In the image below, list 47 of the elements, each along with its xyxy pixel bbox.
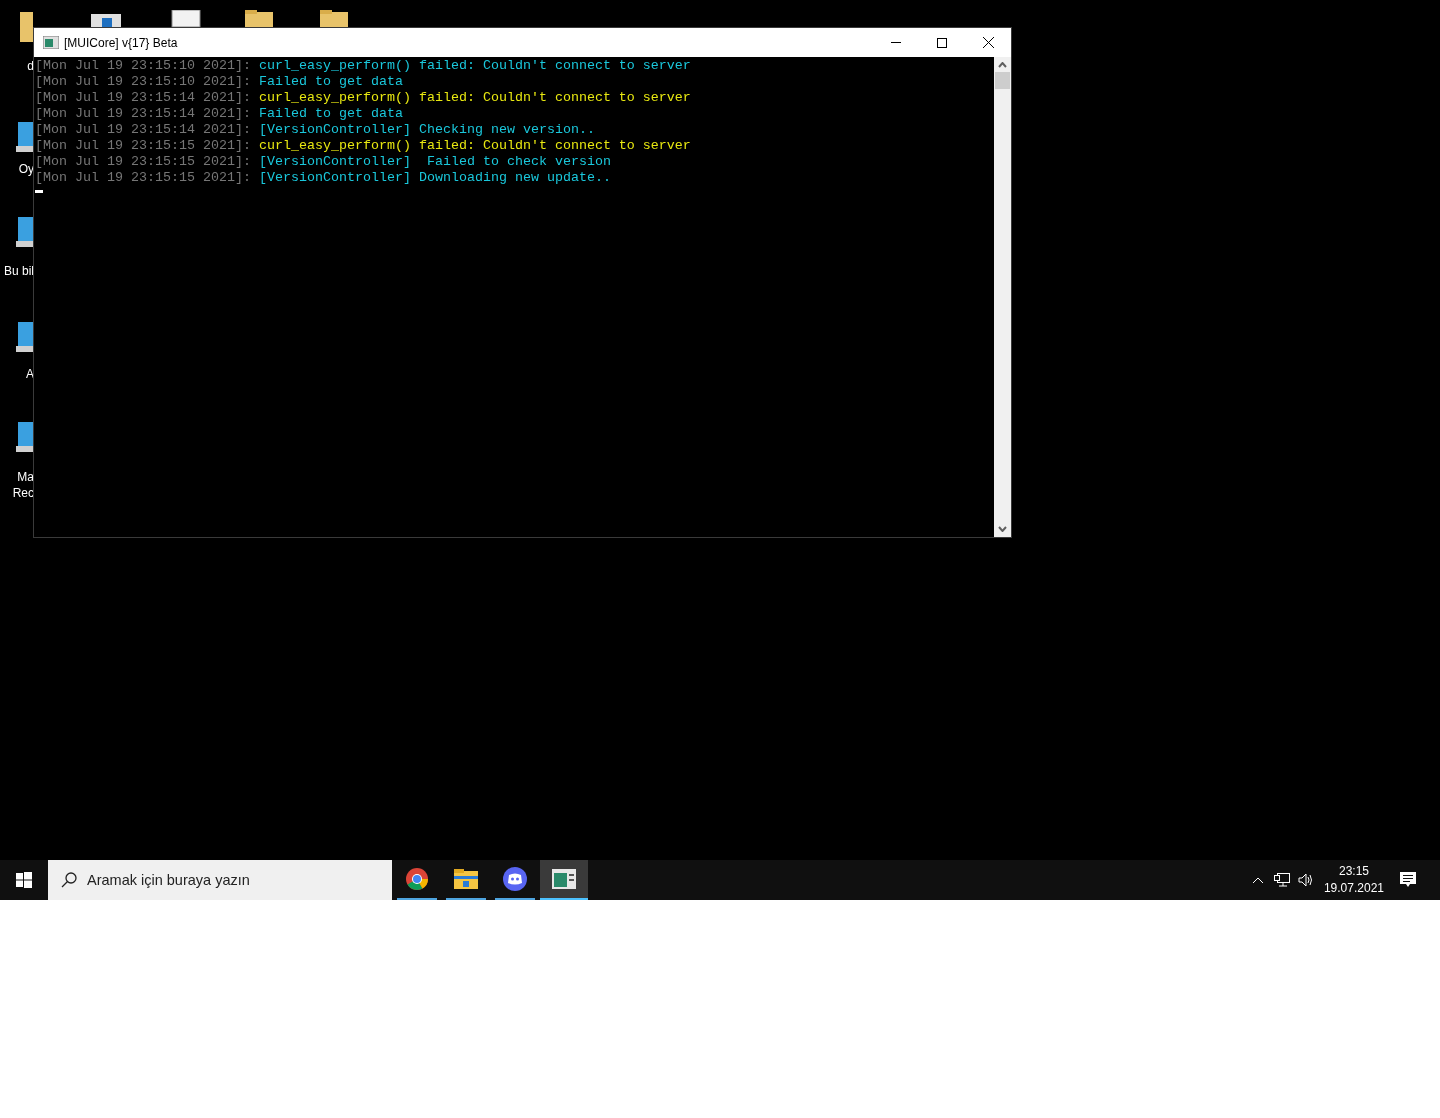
log-message: curl_easy_perform() failed: Couldn't connect to server	[258, 90, 691, 106]
log-timestamp: [Mon Jul 19 23:15:15 2021]:	[35, 138, 251, 154]
folder-icon	[454, 869, 478, 889]
clock-date: 19.07.2021	[1323, 880, 1384, 897]
scroll-up-icon[interactable]	[998, 62, 1007, 68]
chat-icon	[503, 867, 527, 891]
desktop-icon-label: Ma	[17, 469, 34, 485]
scroll-down-icon[interactable]	[998, 526, 1007, 532]
chevron-up-icon[interactable]	[1251, 876, 1264, 884]
log-timestamp: [Mon Jul 19 23:15:14 2021]:	[35, 122, 251, 138]
console-window-icon	[552, 869, 576, 889]
scrollbar-thumb[interactable]	[995, 72, 1010, 89]
search-icon	[61, 872, 77, 888]
network-icon[interactable]	[1273, 873, 1290, 887]
windows-logo-icon	[16, 872, 32, 888]
browser-icon	[405, 867, 429, 891]
log-timestamp: [Mon Jul 19 23:15:10 2021]:	[35, 58, 251, 74]
desktop-icon-label: d	[27, 58, 34, 74]
log-message: Failed to get data	[258, 106, 403, 122]
log-timestamp: [Mon Jul 19 23:15:15 2021]:	[35, 170, 251, 186]
log-message: Failed to get data	[258, 74, 403, 90]
log-message: curl_easy_perform() failed: Couldn't connect to server	[258, 138, 691, 154]
volume-icon[interactable]	[1297, 873, 1314, 887]
clock[interactable]: 23:15 19.07.2021	[1323, 863, 1384, 897]
notifications-icon[interactable]	[1400, 872, 1416, 888]
log-timestamp: [Mon Jul 19 23:15:15 2021]:	[35, 154, 251, 170]
text-cursor	[35, 190, 43, 193]
maximize-icon	[937, 37, 947, 48]
minimize-icon	[891, 42, 901, 43]
log-message: [VersionController] Failed to check version	[258, 154, 611, 170]
log-message: [VersionController] Checking new version..	[258, 122, 595, 138]
window-title: [MUICore] v{17} Beta	[64, 34, 178, 52]
console-window-icon	[43, 36, 59, 49]
log-message: [VersionController] Downloading new update..	[258, 170, 611, 186]
desktop-icon-label: Oy	[18, 161, 34, 177]
search-field[interactable]: Aramak için buraya yazın	[48, 860, 392, 900]
log-timestamp: [Mon Jul 19 23:15:10 2021]:	[35, 74, 251, 90]
clock-time: 23:15	[1338, 863, 1369, 880]
desktop-icon-label: Rec	[12, 485, 34, 501]
desktop-icon-label: A	[26, 366, 34, 382]
desktop-icon-label: Bu bil	[3, 263, 34, 279]
scrollbar[interactable]	[994, 57, 1011, 537]
taskbar-app-button[interactable]	[540, 860, 588, 900]
log-timestamp: [Mon Jul 19 23:15:14 2021]:	[35, 106, 251, 122]
log-message: curl_easy_perform() failed: Couldn't connect to server	[258, 58, 691, 74]
close-icon	[982, 37, 994, 48]
log-timestamp: [Mon Jul 19 23:15:14 2021]:	[35, 90, 251, 106]
